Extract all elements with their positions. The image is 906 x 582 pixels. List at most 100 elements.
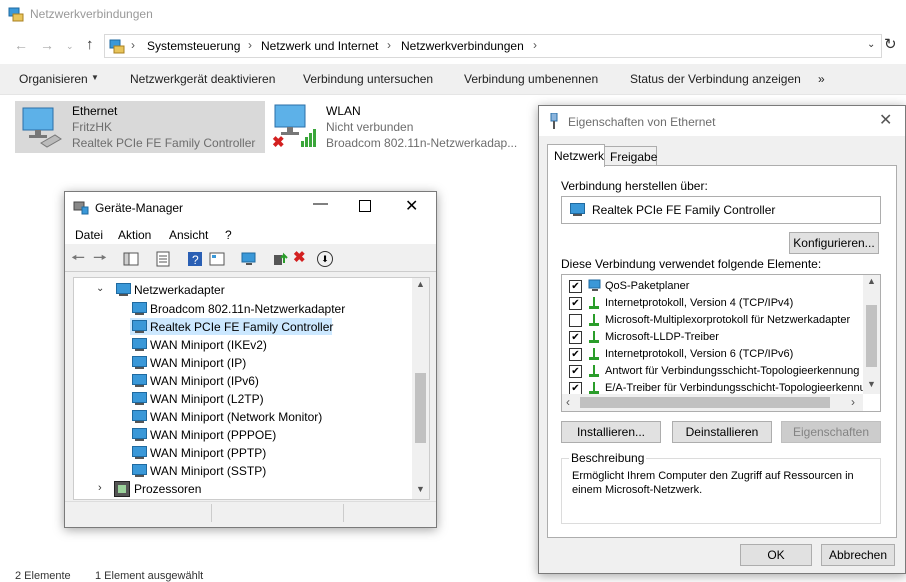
address-bar[interactable]: › Systemsteuerung › Netzwerk und Interne…: [104, 34, 882, 58]
recent-chevron-down-icon[interactable]: ⌄: [66, 41, 74, 52]
tab-netzwerk[interactable]: Netzwerk: [547, 144, 605, 167]
monitor-icon[interactable]: [241, 251, 257, 267]
address-dropdown-chevron-icon[interactable]: ⌄: [867, 39, 875, 50]
scroll-thumb[interactable]: [580, 397, 830, 408]
uninstall-button[interactable]: Deinstallieren: [672, 421, 772, 443]
tree-device-item[interactable]: WAN Miniport (L2TP): [130, 390, 380, 407]
protocol-icon: [587, 296, 601, 310]
forward-arrow-icon[interactable]: 🠖: [93, 247, 107, 274]
adapter-device: Broadcom 802.11n-Netzwerkadap...: [326, 136, 518, 150]
scroll-down-icon[interactable]: ▼: [867, 379, 876, 389]
back-arrow-icon[interactable]: ←: [14, 37, 28, 53]
organize-dropdown-icon[interactable]: ▼: [91, 73, 99, 82]
items-list: ✔ QoS-Paketplaner ✔ Internetprotokoll, Vers…: [561, 274, 881, 412]
component-checkbox[interactable]: ✔: [569, 365, 582, 378]
device-manager-window: Geräte-Manager — ✕ Datei Aktion Ansicht …: [64, 191, 437, 528]
forward-arrow-icon[interactable]: →: [40, 37, 54, 53]
uninstall-x-icon[interactable]: ✖: [293, 248, 306, 266]
up-arrow-icon[interactable]: ↑: [86, 36, 94, 53]
breadcrumb-systemsteuerung[interactable]: Systemsteuerung: [147, 39, 240, 53]
component-item[interactable]: ✔ Antwort für Verbindungsschicht-Topologi…: [562, 363, 862, 380]
scroll-up-icon[interactable]: ▲: [416, 279, 425, 289]
component-checkbox[interactable]: [569, 314, 582, 327]
device-label: WAN Miniport (IPv6): [150, 374, 259, 388]
download-circle-icon[interactable]: ⬇: [317, 251, 333, 267]
update-driver-icon[interactable]: [273, 251, 289, 267]
maximize-icon[interactable]: [359, 200, 371, 212]
properties-sheet-icon[interactable]: [155, 251, 171, 267]
tree-scrollbar[interactable]: ▲ ▼: [412, 278, 429, 499]
help-icon[interactable]: ?: [187, 251, 203, 267]
configure-button[interactable]: Konfigurieren...: [789, 232, 879, 254]
close-icon[interactable]: ✕: [405, 196, 418, 216]
device-label: WAN Miniport (SSTP): [150, 464, 267, 478]
component-checkbox[interactable]: ✔: [569, 297, 582, 310]
scroll-up-icon[interactable]: ▲: [867, 276, 876, 286]
tree-device-item[interactable]: WAN Miniport (IKEv2): [130, 336, 380, 353]
breadcrumb-chevron-icon: ›: [533, 38, 537, 52]
device-label: WAN Miniport (IKEv2): [150, 338, 267, 352]
breadcrumb-netzwerkverbindungen[interactable]: Netzwerkverbindungen: [401, 39, 524, 53]
list-vscrollbar[interactable]: ▲ ▼: [863, 275, 880, 394]
menu-help[interactable]: ?: [225, 228, 232, 242]
close-icon[interactable]: ✕: [879, 110, 892, 130]
disable-device-button[interactable]: Netzwerkgerät deaktivieren: [130, 72, 275, 86]
tab-freigabe[interactable]: Freigabe: [603, 146, 657, 166]
menu-ansicht[interactable]: Ansicht: [169, 228, 208, 242]
component-item[interactable]: Microsoft-Multiplexorprotokoll für Netzw…: [562, 312, 862, 329]
component-checkbox[interactable]: ✔: [569, 348, 582, 361]
tree-category-prozessoren[interactable]: Prozessoren: [134, 482, 201, 496]
organize-button[interactable]: Organisieren: [19, 72, 88, 86]
tree-device-item[interactable]: WAN Miniport (Network Monitor): [130, 408, 380, 425]
console-tree-icon[interactable]: [123, 251, 139, 267]
tree-device-item[interactable]: WAN Miniport (SSTP): [130, 462, 380, 479]
minimize-icon[interactable]: —: [313, 195, 328, 212]
component-item[interactable]: ✔ Internetprotokoll, Version 4 (TCP/IPv4): [562, 295, 862, 312]
breadcrumb-netzwerk-und-internet[interactable]: Netzwerk und Internet: [261, 39, 378, 53]
tree-device-item[interactable]: WAN Miniport (IP): [130, 354, 380, 371]
component-item[interactable]: ✔ Microsoft-LLDP-Treiber: [562, 329, 862, 346]
scroll-right-icon[interactable]: ›: [851, 395, 855, 409]
expand-chevron-icon[interactable]: ⌄: [96, 283, 104, 294]
network-adapter-icon: [130, 428, 148, 442]
component-checkbox[interactable]: ✔: [569, 331, 582, 344]
tree-device-item[interactable]: Realtek PCIe FE Family Controller: [130, 318, 333, 335]
diagnose-connection-button[interactable]: Verbindung untersuchen: [303, 72, 433, 86]
explorer-titlebar: Netzwerkverbindungen: [0, 0, 906, 30]
properties-button[interactable]: Eigenschaften: [781, 421, 881, 443]
ok-button[interactable]: OK: [740, 544, 812, 566]
adapter-network: FritzHK: [72, 120, 112, 134]
component-item[interactable]: ✔ QoS-Paketplaner: [562, 278, 862, 295]
menu-datei[interactable]: Datei: [75, 228, 103, 242]
menu-aktion[interactable]: Aktion: [118, 228, 151, 242]
rename-connection-button[interactable]: Verbindung umbenennen: [464, 72, 598, 86]
tree-category-netzwerkadapter[interactable]: Netzwerkadapter: [134, 283, 225, 297]
view-icon[interactable]: [209, 251, 225, 267]
scroll-thumb[interactable]: [415, 373, 426, 443]
collapse-chevron-icon[interactable]: ›: [98, 482, 102, 494]
status-selected-count: 1 Element ausgewählt: [95, 570, 204, 582]
tree-device-item[interactable]: WAN Miniport (PPTP): [130, 444, 380, 461]
list-hscrollbar[interactable]: ‹ ›: [562, 394, 863, 411]
scroll-down-icon[interactable]: ▼: [416, 484, 425, 494]
install-button[interactable]: Installieren...: [561, 421, 661, 443]
view-status-button[interactable]: Status der Verbindung anzeigen: [630, 72, 801, 86]
scroll-thumb[interactable]: [866, 305, 877, 367]
adapter-ethernet[interactable]: Ethernet FritzHK Realtek PCIe FE Family …: [15, 101, 265, 153]
adapter-device: Realtek PCIe FE Family Controller: [72, 136, 256, 150]
cancel-button[interactable]: Abbrechen: [821, 544, 895, 566]
toolbar: 🠔 🠖 ? ✖ ⬇: [65, 245, 436, 272]
component-label: Internetprotokoll, Version 4 (TCP/IPv4): [605, 297, 794, 309]
more-commands-button[interactable]: »: [818, 72, 825, 86]
tree-device-item[interactable]: WAN Miniport (IPv6): [130, 372, 380, 389]
component-checkbox[interactable]: ✔: [569, 280, 582, 293]
scroll-left-icon[interactable]: ‹: [566, 395, 570, 409]
back-arrow-icon[interactable]: 🠔: [71, 247, 85, 274]
component-item[interactable]: ✔ Internetprotokoll, Version 6 (TCP/IPv6): [562, 346, 862, 363]
adapter-name: WLAN: [326, 104, 361, 118]
network-adapter-icon: [130, 320, 148, 334]
adapter-wlan[interactable]: ✖ WLAN Nicht verbunden Broadcom 802.11n-…: [269, 101, 529, 153]
tree-device-item[interactable]: WAN Miniport (PPPOE): [130, 426, 380, 443]
refresh-icon[interactable]: ↻: [884, 35, 897, 53]
tree-device-item[interactable]: Broadcom 802.11n-Netzwerkadapter: [130, 300, 380, 317]
